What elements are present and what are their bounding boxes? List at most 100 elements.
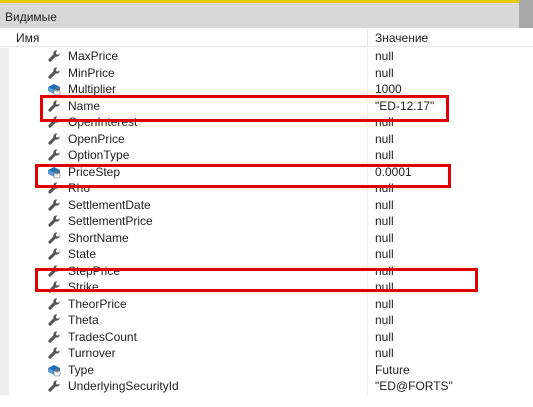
property-value[interactable]: Future: [375, 363, 410, 377]
property-name: Type: [68, 362, 95, 377]
property-row[interactable]: TradesCount null: [0, 328, 533, 345]
property-name: UnderlyingSecurityId: [68, 379, 179, 393]
row-gutter: [0, 48, 9, 65]
property-name: OpenPrice: [68, 131, 125, 146]
wrench-icon: [47, 346, 61, 360]
highlight-pricestep-row: [35, 164, 451, 188]
property-name: Theta: [68, 313, 99, 327]
column-header-value[interactable]: Значение: [375, 31, 428, 45]
property-name: SettlementPrice: [68, 214, 153, 228]
row-gutter: [0, 114, 9, 131]
property-value[interactable]: null: [375, 66, 394, 80]
row-column-divider: [367, 130, 368, 147]
property-value[interactable]: null: [375, 346, 394, 360]
wrench-icon: [47, 297, 61, 311]
property-row[interactable]: OpenPrice null: [0, 130, 533, 147]
property-value[interactable]: null: [375, 247, 394, 261]
property-name: ShortName: [68, 230, 129, 245]
property-value[interactable]: null: [375, 132, 394, 146]
property-row[interactable]: Theta null: [0, 312, 533, 329]
row-gutter: [0, 229, 9, 246]
row-gutter: [0, 295, 9, 312]
row-column-divider: [367, 295, 368, 312]
wrench-icon: [47, 198, 61, 212]
property-row[interactable]: UnderlyingSecurityId "ED@FORTS": [0, 378, 533, 395]
row-gutter: [0, 328, 9, 345]
property-value[interactable]: null: [375, 148, 394, 162]
property-row[interactable]: Turnover null: [0, 345, 533, 362]
row-gutter: [0, 64, 9, 81]
title-accent-strip: [0, 0, 533, 3]
property-name: Multiplier: [68, 82, 117, 96]
column-header: Имя Значение: [0, 29, 533, 47]
row-gutter: [0, 163, 9, 180]
property-name: MaxPrice: [68, 49, 119, 63]
property-row[interactable]: ShortName null: [0, 229, 533, 246]
row-column-divider: [367, 328, 368, 345]
row-gutter: [0, 130, 9, 147]
property-value[interactable]: null: [375, 198, 394, 212]
property-name: State: [68, 247, 97, 261]
wrench-icon: [47, 231, 61, 245]
property-row[interactable]: State null: [0, 246, 533, 263]
row-gutter: [0, 196, 9, 213]
wrench-icon: [47, 132, 61, 146]
property-icon: [47, 82, 61, 96]
panel-title-bar: Видимые: [0, 0, 533, 28]
row-column-divider: [367, 229, 368, 246]
wrench-icon: [47, 214, 61, 228]
wrench-icon: [47, 313, 61, 327]
scrollbar-edge[interactable]: [519, 0, 533, 28]
wrench-icon: [47, 148, 61, 162]
property-name: TheorPrice: [68, 296, 127, 311]
property-name: SettlementDate: [68, 197, 151, 212]
row-column-divider: [367, 48, 368, 65]
highlight-name-row: [40, 95, 449, 122]
property-value[interactable]: null: [375, 313, 394, 327]
property-name: Turnover: [68, 346, 116, 360]
property-value[interactable]: null: [375, 330, 394, 344]
property-name: TradesCount: [68, 329, 137, 344]
property-name: MinPrice: [68, 65, 115, 80]
row-column-divider: [367, 378, 368, 395]
property-row[interactable]: MaxPrice null: [0, 48, 533, 65]
property-row[interactable]: TheorPrice null: [0, 295, 533, 312]
wrench-icon: [47, 49, 61, 63]
property-value[interactable]: "ED@FORTS": [375, 379, 453, 393]
property-row[interactable]: MinPrice null: [0, 64, 533, 81]
wrench-icon: [47, 330, 61, 344]
row-column-divider: [367, 213, 368, 230]
highlight-stepprice-row: [35, 268, 478, 292]
property-name: OptionType: [68, 148, 130, 162]
row-gutter: [0, 345, 9, 362]
property-row[interactable]: OptionType null: [0, 147, 533, 164]
row-column-divider: [367, 147, 368, 164]
wrench-icon: [47, 379, 61, 393]
row-gutter: [0, 312, 9, 329]
wrench-icon: [47, 66, 61, 80]
property-row[interactable]: SettlementDate null: [0, 196, 533, 213]
property-row[interactable]: Type Future: [0, 361, 533, 378]
row-gutter: [0, 147, 9, 164]
row-gutter: [0, 81, 9, 98]
row-gutter: [0, 361, 9, 378]
row-column-divider: [367, 64, 368, 81]
row-column-divider: [367, 312, 368, 329]
row-column-divider: [367, 361, 368, 378]
row-gutter: [0, 97, 9, 114]
wrench-icon: [47, 247, 61, 261]
row-column-divider: [367, 345, 368, 362]
property-row[interactable]: SettlementPrice null: [0, 213, 533, 230]
property-value[interactable]: 1000: [375, 82, 402, 96]
property-value[interactable]: null: [375, 214, 394, 228]
row-gutter: [0, 246, 9, 263]
property-value[interactable]: null: [375, 231, 394, 245]
property-value[interactable]: null: [375, 297, 394, 311]
row-gutter: [0, 279, 9, 296]
row-column-divider: [367, 196, 368, 213]
column-header-name[interactable]: Имя: [16, 31, 39, 45]
column-separator[interactable]: [367, 29, 368, 47]
panel-title: Видимые: [5, 10, 57, 24]
row-gutter: [0, 262, 9, 279]
property-value[interactable]: null: [375, 49, 394, 63]
